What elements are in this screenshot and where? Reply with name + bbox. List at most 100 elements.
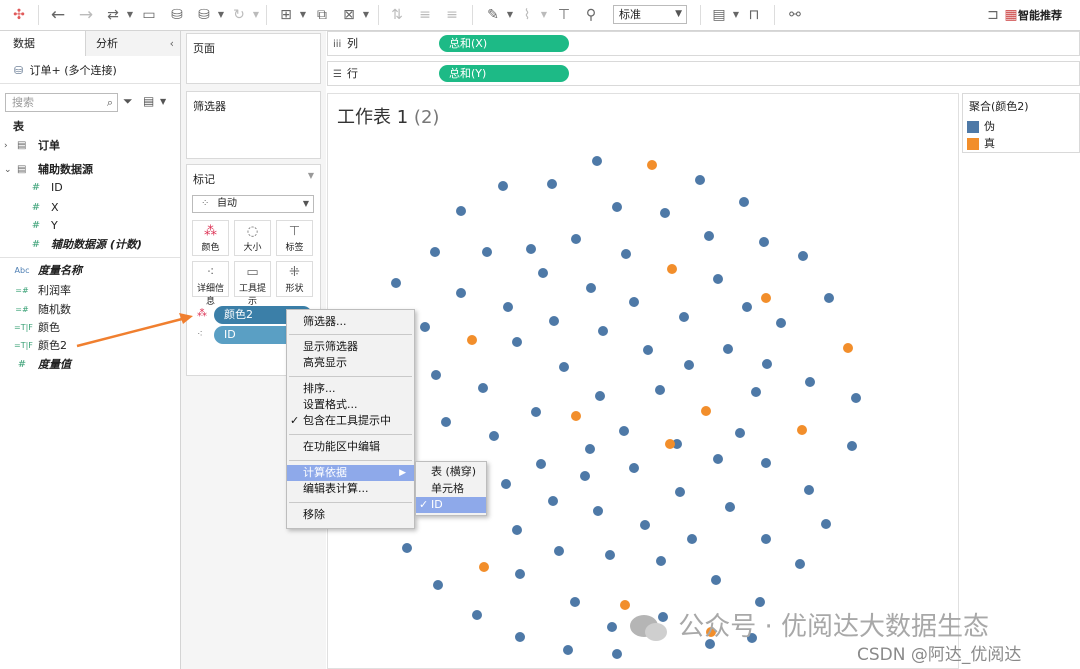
- new-sheet-icon[interactable]: ⊞: [277, 6, 295, 24]
- worksheet-view[interactable]: 工作表 1 (2): [327, 93, 959, 669]
- refresh-icon[interactable]: ↻: [230, 6, 248, 24]
- chevron-down-icon[interactable]: ▼: [212, 6, 230, 24]
- field-measure-values[interactable]: # 度量值: [0, 356, 180, 374]
- compute-using-submenu: 表 (横穿) 单元格 ✓ ID: [415, 461, 487, 516]
- field-measure-names[interactable]: Abc 度量名称: [0, 262, 180, 280]
- redo-icon[interactable]: →: [77, 6, 95, 24]
- chevron-down-icon[interactable]: ▼: [535, 6, 553, 24]
- highlight-icon[interactable]: ✎: [484, 6, 502, 24]
- field-id[interactable]: # ID: [0, 179, 180, 197]
- filters-card[interactable]: 筛选器: [186, 91, 321, 159]
- columns-shelf[interactable]: iii 列 总和(X): [327, 31, 1080, 56]
- field-profit-rate[interactable]: =# 利润率: [0, 282, 180, 300]
- chevron-down-icon[interactable]: ▼: [308, 171, 314, 180]
- filter-icon[interactable]: ⏷: [123, 94, 133, 109]
- chevron-down-icon[interactable]: ▼: [501, 6, 519, 24]
- menu-item-include-tooltip[interactable]: ✓ 包含在工具提示中: [287, 413, 414, 429]
- tab-analysis[interactable]: 分析 ‹: [86, 31, 180, 56]
- mark-type-value: 自动: [217, 198, 237, 209]
- mark-button-label: 标签: [285, 243, 304, 253]
- detail-mark-button[interactable]: ⁖ 详细信息: [192, 261, 229, 307]
- menu-item-edit-table-calc[interactable]: 编辑表计算...: [287, 481, 414, 497]
- duplicate-sheet-icon[interactable]: ⧉: [313, 6, 331, 24]
- menu-item-highlight[interactable]: 高亮显示: [287, 355, 414, 371]
- columns-pill[interactable]: 总和(X): [439, 35, 569, 52]
- chevron-down-icon[interactable]: ▼: [294, 6, 312, 24]
- toolbar-separator: [700, 5, 701, 25]
- datasource-item[interactable]: ⛁ 订单+ (多个连接): [14, 62, 117, 78]
- color-icon: ⁂: [204, 224, 217, 239]
- menu-item-format[interactable]: 设置格式...: [287, 397, 414, 413]
- field-y[interactable]: # Y: [0, 217, 180, 235]
- checkmark-icon: ✓: [290, 414, 300, 427]
- view-list-icon[interactable]: ▤: [143, 94, 154, 108]
- legend-swatch: [967, 121, 979, 133]
- size-mark-button[interactable]: ◌ 大小: [234, 220, 271, 256]
- search-input[interactable]: 搜索 ⌕: [5, 93, 118, 112]
- show-cards-icon[interactable]: ▤: [710, 6, 728, 24]
- add-datasource-icon[interactable]: ⛁: [168, 6, 186, 24]
- submenu-item-table-across[interactable]: 表 (横穿): [416, 464, 486, 480]
- menu-item-edit-in-shelf[interactable]: 在功能区中编辑: [287, 439, 414, 455]
- chevron-down-icon[interactable]: ▼: [357, 6, 375, 24]
- chevron-down-icon[interactable]: ▼: [160, 97, 166, 106]
- worksheet-title-text: 工作表 1: [337, 107, 409, 128]
- menu-item-filter[interactable]: 筛选器...: [287, 314, 414, 330]
- datasource-dropdown-icon[interactable]: ⛁: [195, 6, 213, 24]
- submenu-item-id[interactable]: ✓ ID: [416, 497, 486, 513]
- mark-type-select[interactable]: ⁘ 自动 ▼: [192, 195, 314, 213]
- fit-select[interactable]: 标准 ▼: [613, 5, 687, 24]
- save-icon[interactable]: ▭: [140, 6, 158, 24]
- chevron-down-icon[interactable]: ⌄: [4, 161, 12, 179]
- chevron-down-icon[interactable]: ▼: [727, 6, 745, 24]
- field-color2[interactable]: =T|F 颜色2: [0, 337, 180, 355]
- share-icon[interactable]: ⚯: [786, 6, 804, 24]
- undo-icon[interactable]: ←: [49, 6, 67, 24]
- collapse-icon[interactable]: ‹: [170, 31, 174, 56]
- field-color[interactable]: =T|F 颜色: [0, 319, 180, 337]
- field-random[interactable]: =# 随机数: [0, 301, 180, 319]
- menu-item-remove[interactable]: 移除: [287, 507, 414, 523]
- rows-pill[interactable]: 总和(Y): [439, 65, 569, 82]
- toolbar: ✣ ← → ⇄ ▼ ▭ ⛁ ⛁ ▼ ↻ ▼ ⊞ ▼ ⧉ ⊠ ▼ ⇅ ≡ ≡ ✎ …: [0, 0, 1080, 31]
- sort-desc-icon[interactable]: ≡: [443, 6, 461, 24]
- presentation-icon[interactable]: ⊓: [745, 6, 763, 24]
- smart-recommend-button[interactable]: 智能推荐: [1018, 7, 1062, 23]
- field-x[interactable]: # X: [0, 199, 180, 217]
- group-icon[interactable]: ⌇: [518, 6, 536, 24]
- menu-item-sort[interactable]: 排序...: [287, 381, 414, 397]
- csdn-watermark: CSDN @阿达_优阅达: [857, 645, 1022, 665]
- table-orders[interactable]: › ▤ 订单: [0, 137, 180, 155]
- tooltip-icon: ▭: [246, 265, 259, 280]
- field-aux-count[interactable]: # 辅助数据源 (计数): [0, 236, 180, 254]
- clear-sheet-icon[interactable]: ⊠: [340, 6, 358, 24]
- color-mark-button[interactable]: ⁂ 颜色: [192, 220, 229, 256]
- calc-boolean-icon: =T|F: [14, 341, 33, 350]
- shape-mark-button[interactable]: ⁜ 形状: [276, 261, 313, 297]
- label-mark-button[interactable]: ⊤ 标签: [276, 220, 313, 256]
- pin-icon[interactable]: ⚲: [582, 6, 600, 24]
- swap-rows-cols-icon[interactable]: ⇄: [104, 6, 122, 24]
- swap-icon[interactable]: ⇅: [388, 6, 406, 24]
- table-aux-label: 辅助数据源: [38, 163, 93, 176]
- color-legend[interactable]: 聚合(颜色2) 伪 真: [962, 93, 1080, 153]
- label-icon[interactable]: ⊤: [555, 6, 573, 24]
- tab-data[interactable]: 数据: [0, 31, 86, 56]
- label-icon: ⊤: [288, 224, 301, 239]
- menu-item-compute-using[interactable]: 计算依据 ▶: [287, 465, 414, 481]
- device-preview-icon[interactable]: ⊐: [984, 6, 1002, 24]
- menu-item-show-filter[interactable]: 显示筛选器: [287, 339, 414, 355]
- pages-card[interactable]: 页面: [186, 33, 321, 84]
- chevron-down-icon[interactable]: ▼: [121, 6, 139, 24]
- field-label: 颜色2: [38, 339, 67, 352]
- submenu-item-cell[interactable]: 单元格: [416, 481, 486, 497]
- auto-mark-icon: ⁘: [201, 198, 210, 209]
- sort-asc-icon[interactable]: ≡: [416, 6, 434, 24]
- tooltip-mark-button[interactable]: ▭ 工具提示: [234, 261, 271, 307]
- chevron-down-icon[interactable]: ▼: [247, 6, 265, 24]
- chevron-down-icon: ▼: [675, 9, 682, 19]
- logo-icon[interactable]: ✣: [10, 6, 28, 24]
- chevron-right-icon[interactable]: ›: [4, 137, 8, 155]
- rows-shelf[interactable]: ☰ 行 总和(Y): [327, 61, 1080, 86]
- table-aux[interactable]: ⌄ ▤ 辅助数据源: [0, 161, 180, 179]
